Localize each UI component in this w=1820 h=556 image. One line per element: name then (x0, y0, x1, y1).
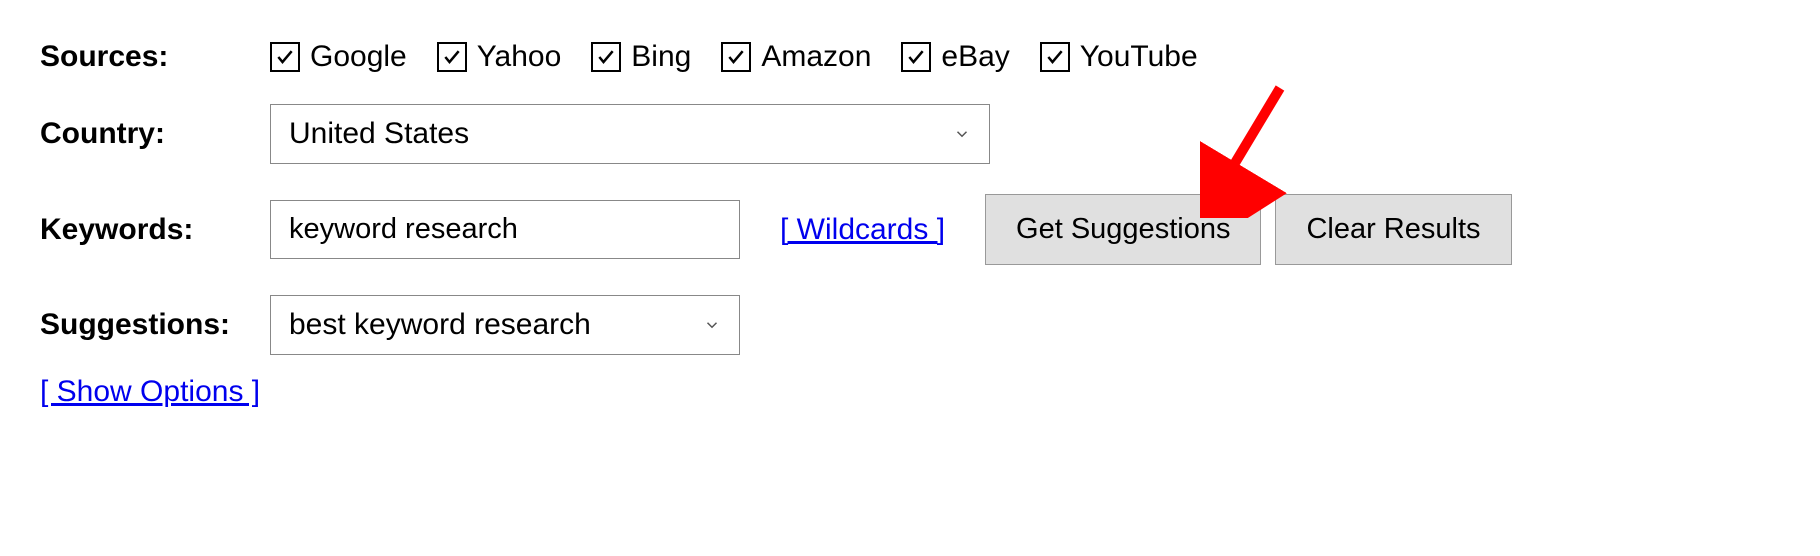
suggestions-row: Suggestions: best keyword research (40, 295, 1780, 355)
show-options-row: [ Show Options ] (40, 375, 1780, 409)
wildcards-link[interactable]: [ Wildcards ] (780, 213, 945, 247)
checkmark-icon (901, 42, 931, 72)
checkbox-label: Amazon (761, 40, 871, 74)
sources-label: Sources: (40, 40, 270, 74)
show-options-link[interactable]: [ Show Options ] (40, 375, 260, 409)
suggestions-select[interactable]: best keyword research (270, 295, 740, 355)
source-checkbox-bing[interactable]: Bing (591, 40, 691, 74)
checkbox-label: eBay (941, 40, 1009, 74)
keywords-label: Keywords: (40, 213, 270, 247)
country-selected-value: United States (289, 117, 469, 151)
checkmark-icon (437, 42, 467, 72)
checkmark-icon (1040, 42, 1070, 72)
suggestions-label: Suggestions: (40, 308, 270, 342)
source-checkbox-yahoo[interactable]: Yahoo (437, 40, 562, 74)
sources-row: Sources: Google Yahoo Bing Amazon eBay (40, 40, 1780, 74)
country-label: Country: (40, 117, 270, 151)
source-checkbox-amazon[interactable]: Amazon (721, 40, 871, 74)
country-row: Country: United States (40, 104, 1780, 164)
checkbox-label: Bing (631, 40, 691, 74)
source-checkbox-google[interactable]: Google (270, 40, 407, 74)
source-checkbox-ebay[interactable]: eBay (901, 40, 1009, 74)
checkbox-label: YouTube (1080, 40, 1198, 74)
suggestions-selected-value: best keyword research (289, 308, 591, 342)
chevron-down-icon (703, 316, 721, 334)
chevron-down-icon (953, 125, 971, 143)
source-checkbox-youtube[interactable]: YouTube (1040, 40, 1198, 74)
arrow-annotation-icon (1200, 78, 1320, 218)
keywords-input[interactable] (270, 200, 740, 259)
checkmark-icon (721, 42, 751, 72)
checkbox-label: Yahoo (477, 40, 562, 74)
checkmark-icon (591, 42, 621, 72)
checkbox-label: Google (310, 40, 407, 74)
keywords-row: Keywords: [ Wildcards ] Get Suggestions … (40, 194, 1780, 265)
checkmark-icon (270, 42, 300, 72)
country-select[interactable]: United States (270, 104, 990, 164)
